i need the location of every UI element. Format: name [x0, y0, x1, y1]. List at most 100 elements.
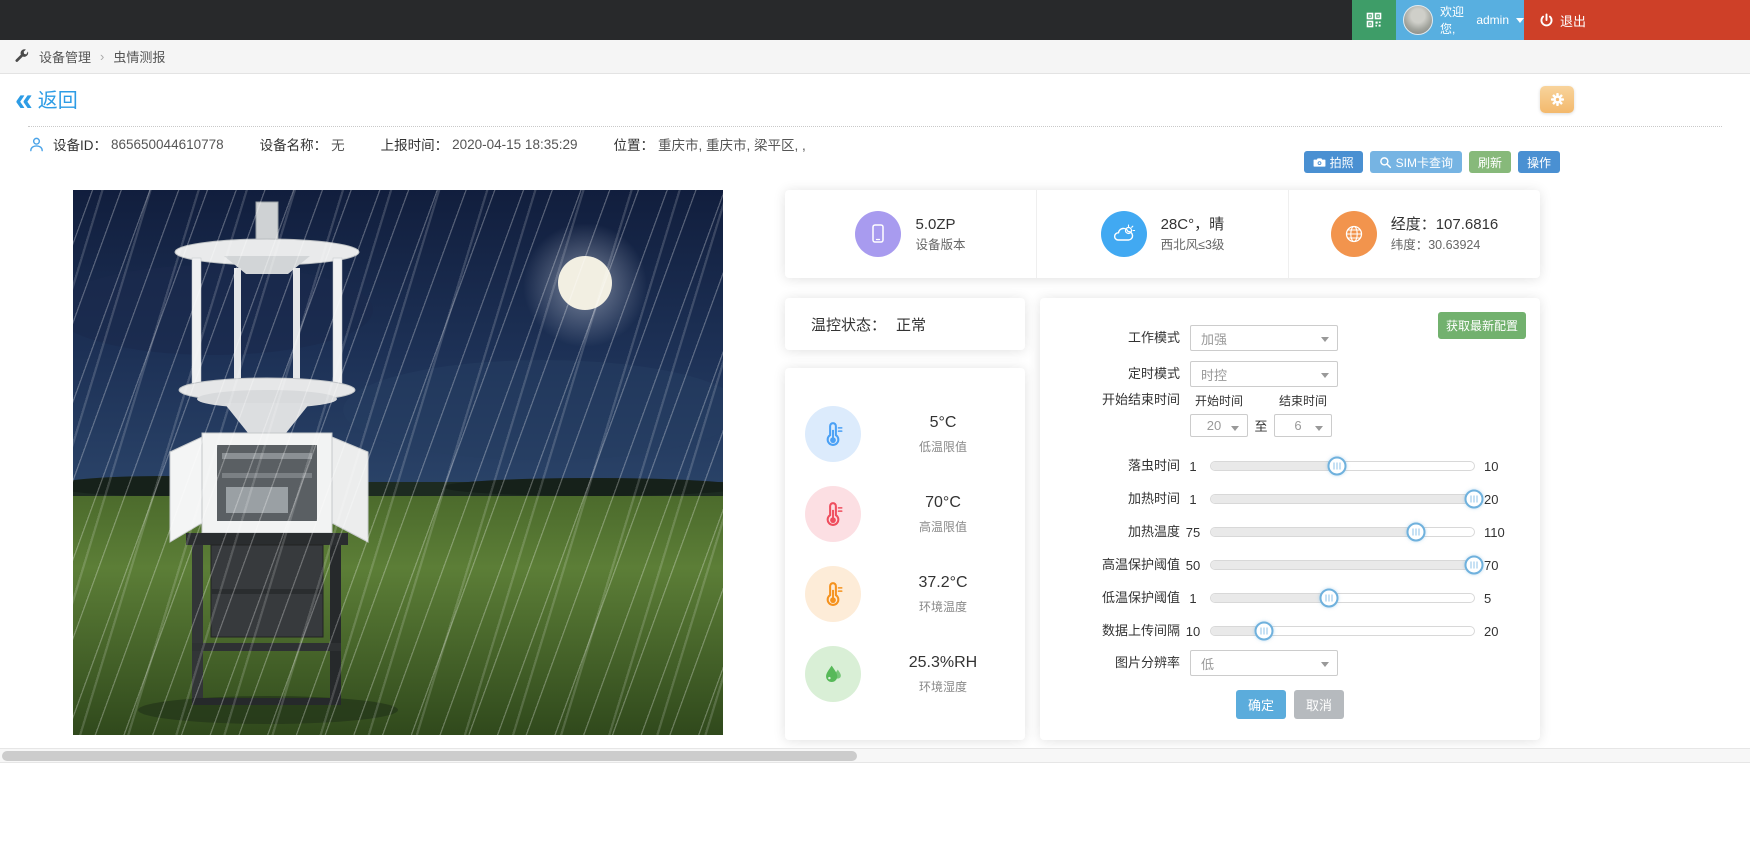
chevron-down-icon — [1321, 373, 1329, 378]
qr-code-button[interactable] — [1352, 0, 1396, 40]
qr-code-icon — [1366, 12, 1382, 28]
device-info-row: 设备ID： 865650044610778 设备名称： 无 上报时间： 2020… — [28, 132, 806, 156]
timer-mode-row: 定时模式 时控 — [1040, 361, 1540, 387]
timer-mode-select[interactable]: 时控 — [1190, 361, 1338, 387]
slider-label: 加热时间 — [1040, 489, 1180, 509]
slider-label: 落虫时间 — [1040, 456, 1180, 476]
start-time-select[interactable]: 20 — [1190, 414, 1248, 437]
stat-icon-circle — [1101, 211, 1147, 257]
slider-max-value: 20 — [1484, 492, 1518, 507]
slider-min-value: 75 — [1180, 525, 1206, 540]
camera-icon — [1313, 156, 1326, 169]
username: admin — [1476, 13, 1509, 27]
slider-handle[interactable] — [1320, 589, 1339, 608]
overview-stats-card: 5.0ZP 设备版本 28C°，晴 西北风≤3级 — [785, 190, 1540, 278]
slider-handle[interactable] — [1407, 523, 1426, 542]
device-id-label: 设备ID： — [53, 134, 107, 154]
overview-stat: 经度：107.6816 纬度：30.63924 — [1288, 190, 1540, 278]
double-chevron-left-icon: « — [15, 88, 31, 110]
sim-query-button[interactable]: SIM卡查询 — [1370, 151, 1462, 173]
location-value: 重庆市, 重庆市, 梁平区, , — [658, 134, 806, 154]
overview-stat: 28C°，晴 西北风≤3级 — [1036, 190, 1288, 278]
slider-min-value: 1 — [1180, 591, 1206, 606]
slider-max-value: 70 — [1484, 558, 1518, 573]
confirm-button[interactable]: 确定 — [1236, 690, 1286, 719]
stat-secondary-text: 纬度：30.63924 — [1391, 236, 1499, 255]
slider-row: 加热温度 75 110 — [1040, 522, 1518, 542]
env-stat-row: 5°C 低温限值 — [785, 406, 1025, 462]
env-stat-value: 37.2°C — [861, 574, 1025, 592]
cancel-button[interactable]: 取消 — [1294, 690, 1344, 719]
env-stats-card: 5°C 低温限值 70°C 高温限值 — [785, 368, 1025, 740]
avatar — [1403, 5, 1433, 35]
back-button[interactable]: « 返回 — [15, 84, 78, 113]
env-stat-label: 高温限值 — [861, 518, 1025, 535]
gear-icon — [1550, 92, 1565, 107]
timer-mode-label: 定时模式 — [1040, 364, 1180, 384]
device-photo — [73, 190, 723, 735]
env-icon-circle — [805, 406, 861, 462]
report-time-label: 上报时间： — [381, 134, 449, 154]
slider-track[interactable] — [1210, 593, 1475, 603]
env-stat-row: 70°C 高温限值 — [785, 486, 1025, 542]
chevron-down-icon — [1516, 18, 1524, 23]
slider-label: 加热温度 — [1040, 522, 1180, 542]
slider-handle[interactable] — [1328, 457, 1347, 476]
thermometer-icon — [822, 501, 844, 527]
settings-tab-button[interactable] — [1540, 86, 1574, 113]
operate-button[interactable]: 操作 — [1518, 151, 1560, 173]
slider-track[interactable] — [1210, 494, 1475, 504]
slider-handle[interactable] — [1465, 556, 1484, 575]
action-buttons: 拍照 SIM卡查询 刷新 操作 — [1304, 151, 1560, 173]
slider-track[interactable] — [1210, 626, 1475, 636]
user-menu[interactable]: 欢迎您, admin — [1396, 0, 1524, 40]
weather-cloud-icon — [1112, 224, 1136, 244]
resolution-select[interactable]: 低 — [1190, 650, 1338, 676]
chevron-down-icon — [1321, 337, 1329, 342]
device-name-value: 无 — [331, 134, 345, 154]
slider-fill — [1211, 561, 1474, 569]
env-stat-label: 低温限值 — [861, 438, 1025, 455]
breadcrumb-item-pest-report[interactable]: 虫情测报 — [113, 47, 165, 66]
env-stat-text: 5°C 低温限值 — [861, 414, 1025, 455]
end-time-value: 6 — [1294, 418, 1301, 433]
env-stat-text: 25.3%RH 环境湿度 — [861, 654, 1025, 695]
slider-fill — [1211, 594, 1329, 602]
slider-track[interactable] — [1210, 527, 1475, 537]
report-time-value: 2020-04-15 18:35:29 — [452, 137, 577, 152]
refresh-button[interactable]: 刷新 — [1469, 151, 1511, 173]
logout-button[interactable]: 退出 — [1524, 0, 1750, 40]
chevron-down-icon — [1231, 426, 1239, 431]
take-photo-label: 拍照 — [1330, 154, 1354, 171]
env-icon-circle — [805, 566, 861, 622]
end-time-select[interactable]: 6 — [1274, 414, 1332, 437]
overview-stat: 5.0ZP 设备版本 — [785, 190, 1036, 278]
horizontal-scrollbar[interactable] — [0, 748, 1750, 763]
chevron-down-icon — [1315, 426, 1323, 431]
time-range-label: 开始结束时间 — [1040, 390, 1180, 410]
stat-icon-circle — [1331, 211, 1377, 257]
breadcrumb-item-device-management[interactable]: 设备管理 — [39, 47, 91, 66]
slider-track[interactable] — [1210, 560, 1475, 570]
take-photo-button[interactable]: 拍照 — [1304, 151, 1363, 173]
globe-icon — [1343, 223, 1365, 245]
time-range-controls: 开始时间 结束时间 20 至 6 — [1190, 390, 1332, 435]
operate-label: 操作 — [1527, 154, 1551, 171]
slider-min-value: 1 — [1180, 492, 1206, 507]
stat-icon-circle — [855, 211, 901, 257]
slider-handle[interactable] — [1465, 490, 1484, 509]
work-mode-select[interactable]: 加强 — [1190, 325, 1338, 351]
slider-label: 数据上传间隔 — [1040, 621, 1180, 641]
slider-track[interactable] — [1210, 461, 1475, 471]
env-stat-text: 70°C 高温限值 — [861, 494, 1025, 535]
scrollbar-thumb[interactable] — [2, 751, 857, 761]
slider-min-value: 10 — [1180, 624, 1206, 639]
slider-handle[interactable] — [1254, 622, 1273, 641]
slider-row: 数据上传间隔 10 20 — [1040, 621, 1518, 641]
env-stat-value: 25.3%RH — [861, 654, 1025, 672]
stat-text: 5.0ZP 设备版本 — [915, 214, 965, 255]
stat-text: 经度：107.6816 纬度：30.63924 — [1391, 214, 1499, 255]
thermometer-icon — [822, 421, 844, 447]
work-mode-label: 工作模式 — [1040, 328, 1180, 348]
night-rain-scene — [73, 190, 723, 735]
